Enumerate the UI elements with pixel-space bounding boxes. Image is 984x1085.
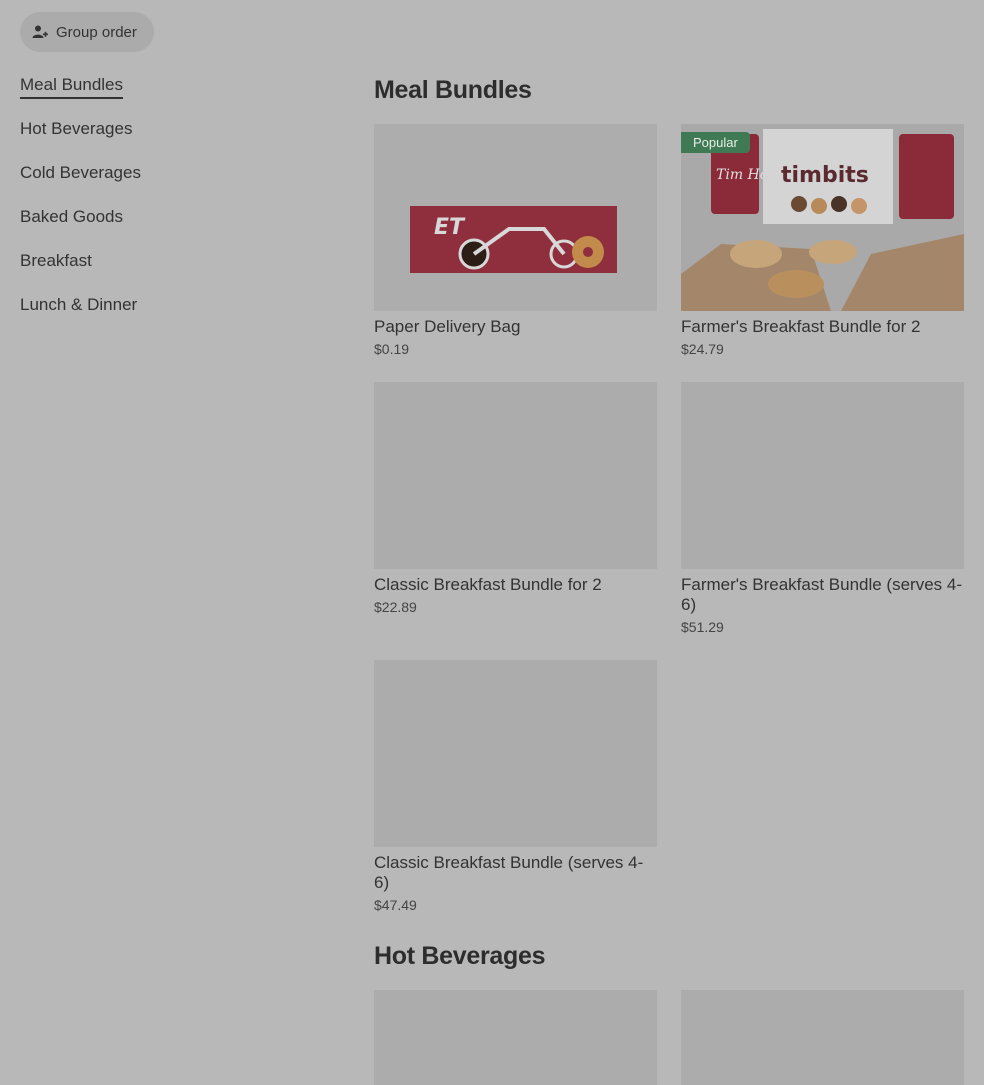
sidebar-item-meal-bundles[interactable]: Meal Bundles [20, 74, 320, 118]
item-image-placeholder [374, 990, 657, 1085]
menu-item-card[interactable]: Classic Breakfast Bundle (serves 4-6) $4… [374, 660, 657, 913]
item-price: $22.89 [374, 599, 417, 615]
sidebar-item-lunch-dinner[interactable]: Lunch & Dinner [20, 294, 320, 338]
item-image-placeholder [681, 382, 964, 569]
item-name: Paper Delivery Bag [374, 317, 521, 336]
menu-item-card[interactable] [374, 990, 657, 1085]
item-name: Farmer's Breakfast Bundle for 2 [681, 317, 921, 336]
item-price: $24.79 [681, 341, 724, 357]
item-name: Classic Breakfast Bundle for 2 [374, 575, 602, 594]
svg-text:ET: ET [434, 215, 466, 240]
sidebar-item-cold-beverages[interactable]: Cold Beverages [20, 162, 320, 206]
popular-badge: Popular [681, 132, 750, 153]
menu-item-card[interactable]: Tim Hortons timbits Popular Farmer's Bre… [681, 124, 964, 357]
group-order-button[interactable]: Group order [20, 12, 154, 52]
delivery-bag-image: ET [374, 124, 657, 311]
menu-item-card[interactable]: ET Paper Delivery Bag $0.19 [374, 124, 657, 357]
menu-item-card[interactable] [681, 990, 964, 1085]
menu-item-card[interactable]: Farmer's Breakfast Bundle (serves 4-6) $… [681, 382, 964, 635]
item-price: $0.19 [374, 341, 410, 357]
sidebar-item-baked-goods[interactable]: Baked Goods [20, 206, 320, 250]
breakfast-bundle-image: Tim Hortons timbits Popular [681, 124, 964, 311]
category-sidebar: Meal Bundles Hot Beverages Cold Beverage… [20, 74, 320, 338]
sidebar-item-hot-beverages[interactable]: Hot Beverages [20, 118, 320, 162]
item-image-placeholder [681, 990, 964, 1085]
item-name: Classic Breakfast Bundle (serves 4-6) [374, 853, 644, 892]
person-add-icon [32, 25, 48, 38]
item-price: $51.29 [681, 619, 724, 635]
menu-item-card[interactable]: Classic Breakfast Bundle for 2 $22.89 [374, 382, 657, 615]
section-title-hot-beverages: Hot Beverages [374, 942, 546, 970]
sidebar-item-breakfast[interactable]: Breakfast [20, 250, 320, 294]
group-order-label: Group order [56, 23, 137, 41]
item-image-placeholder [374, 660, 657, 847]
item-name: Farmer's Breakfast Bundle (serves 4-6) [681, 575, 963, 614]
item-image-placeholder [374, 382, 657, 569]
item-price: $47.49 [374, 897, 417, 913]
section-title-meal-bundles: Meal Bundles [374, 76, 532, 104]
timbits-box-text: timbits [781, 163, 869, 188]
